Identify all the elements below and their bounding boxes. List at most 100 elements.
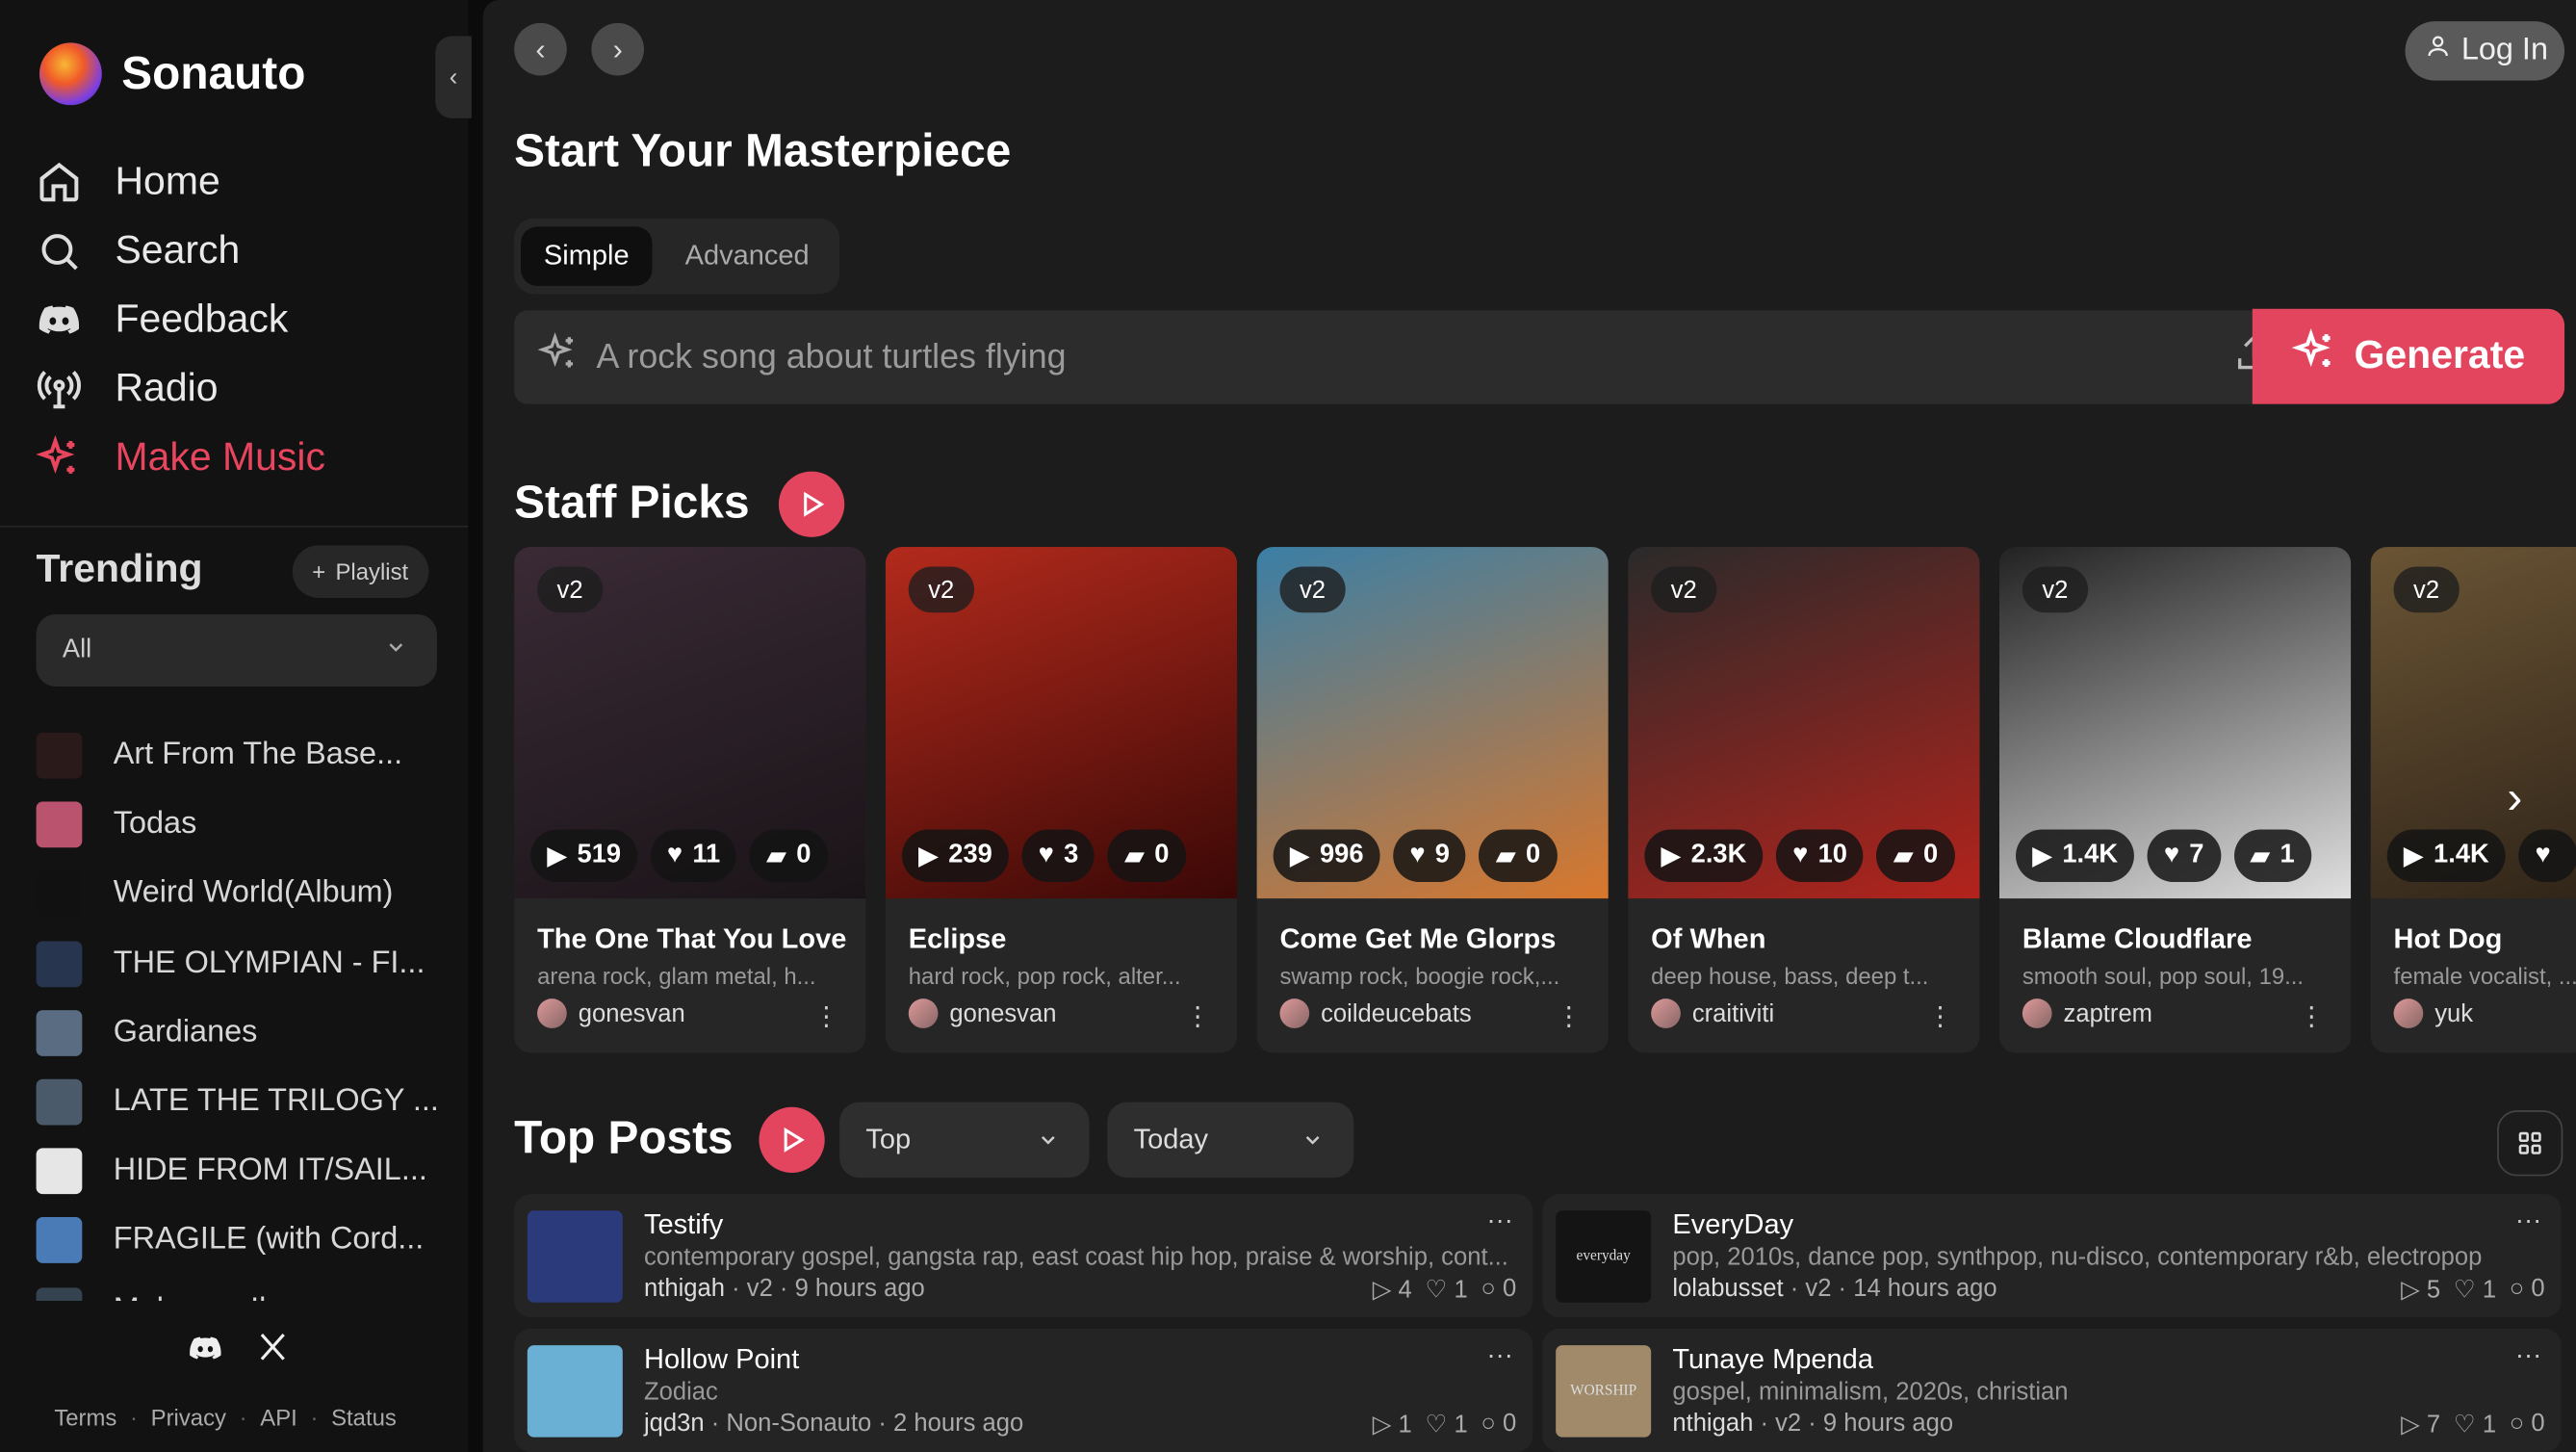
brand-logo[interactable]: Sonauto [39, 42, 305, 106]
comment-count[interactable]: ▰ 0 [749, 829, 828, 883]
trending-filter-select[interactable]: All [36, 613, 437, 687]
comment-count[interactable]: ○ 0 [2510, 1410, 2545, 1439]
post-author[interactable]: nthigah [1672, 1410, 1753, 1438]
add-playlist-button[interactable]: + Playlist [292, 545, 428, 598]
song-author[interactable]: gonesvan [908, 998, 1056, 1028]
like-count[interactable]: ♥ 3 [1021, 829, 1095, 883]
sort-select[interactable]: Top [839, 1102, 1090, 1179]
more-options-icon[interactable]: ··· [1487, 1342, 1513, 1372]
song-card[interactable]: v2 ▶ 239 ♥ 3 ▰ 0 Eclipse hard rock, pop roc… [885, 547, 1238, 1053]
forward-button[interactable]: › [591, 22, 644, 76]
footer-link-status[interactable]: Status [331, 1405, 397, 1431]
login-button[interactable]: Log In [2405, 21, 2565, 81]
collapse-sidebar-button[interactable]: ‹ [435, 36, 472, 118]
trending-item[interactable]: FRAGILE (with Cord... [36, 1206, 448, 1276]
comment-count[interactable]: ○ 0 [1481, 1275, 1516, 1305]
song-cover-art[interactable]: v2 ▶ 239 ♥ 3 ▰ 0 [885, 547, 1238, 899]
comment-count[interactable]: ○ 0 [2510, 1275, 2545, 1305]
more-options-icon[interactable]: ⋮ [1927, 1000, 1953, 1033]
trending-item[interactable]: Gardianes [36, 998, 448, 1068]
song-title[interactable]: Of When [1651, 923, 1765, 956]
song-title[interactable]: The One That You Love [537, 923, 846, 956]
x-twitter-icon[interactable] [256, 1331, 289, 1377]
like-count[interactable]: ♡ 1 [1425, 1275, 1467, 1304]
trending-item[interactable]: HIDE FROM IT/SAIL... [36, 1137, 448, 1206]
nav-item-make-music[interactable]: Make Music [36, 424, 325, 493]
post-author[interactable]: jqd3n [644, 1410, 705, 1438]
comment-count[interactable]: ▰ 1 [2233, 829, 2311, 883]
more-options-icon[interactable]: ⋮ [1184, 1000, 1210, 1033]
song-cover-art[interactable]: v2 ▶ 996 ♥ 9 ▰ 0 [1256, 547, 1609, 899]
post-item[interactable]: Hollow Point Zodiac jqd3n · Non-Sonauto … [514, 1329, 1533, 1452]
song-title[interactable]: Blame Cloudflare [2022, 923, 2253, 956]
like-count[interactable]: ♥ [2518, 829, 2576, 883]
comment-count[interactable]: ▰ 0 [1876, 829, 1955, 883]
post-thumbnail[interactable] [527, 1345, 623, 1438]
like-count[interactable]: ♥ 9 [1393, 829, 1467, 883]
song-card[interactable]: v2 ▶ 2.3K ♥ 10 ▰ 0 Of When deep house, bass… [1628, 547, 1980, 1053]
like-count[interactable]: ♥ 10 [1776, 829, 1865, 883]
song-title[interactable]: Hot Dog [2394, 923, 2503, 956]
song-cover-art[interactable]: v2 ▶1.4K ♥ ▰ [2370, 547, 2576, 899]
song-author[interactable]: gonesvan [537, 998, 685, 1028]
more-options-icon[interactable]: ⋮ [813, 1000, 839, 1033]
trending-item[interactable]: THE OLYMPIAN - FI... [36, 929, 448, 998]
post-title[interactable]: Tunaye Mpenda [1672, 1343, 1873, 1376]
post-author[interactable]: lolabusset [1672, 1275, 1783, 1303]
trending-item[interactable]: LATE THE TRILOGY ... [36, 1068, 448, 1137]
post-thumbnail[interactable]: WORSHIP [1556, 1345, 1652, 1438]
song-card[interactable]: v2 ▶1.4K ♥ ▰ Hot Dog female vocalist, ..… [2370, 547, 2576, 1053]
song-card[interactable]: v2 ▶ 996 ♥ 9 ▰ 0 Come Get Me Glorps swamp r… [1256, 547, 1609, 1053]
discord-icon[interactable] [188, 1331, 224, 1377]
post-author[interactable]: nthigah [644, 1275, 725, 1303]
song-card[interactable]: v2 ▶ 1.4K ♥ 7 ▰ 1 Blame Cloudflare smooth s… [1998, 547, 2352, 1053]
footer-link-privacy[interactable]: Privacy [151, 1405, 226, 1431]
song-cover-art[interactable]: v2 ▶ 519 ♥ 11 ▰ 0 [514, 547, 866, 899]
footer-link-terms[interactable]: Terms [54, 1405, 116, 1431]
song-cover-art[interactable]: v2 ▶ 1.4K ♥ 7 ▰ 1 [1998, 547, 2352, 899]
post-thumbnail[interactable]: everyday [1556, 1210, 1652, 1303]
more-options-icon[interactable]: ··· [2515, 1207, 2541, 1237]
like-count[interactable]: ♥ 11 [650, 829, 737, 883]
post-thumbnail[interactable] [527, 1210, 623, 1303]
time-range-select[interactable]: Today [1107, 1102, 1354, 1179]
song-author[interactable]: coildeucebats [1279, 998, 1472, 1028]
footer-link-api[interactable]: API [260, 1405, 297, 1431]
back-button[interactable]: ‹ [514, 22, 567, 76]
nav-item-radio[interactable]: Radio [37, 354, 325, 424]
song-author[interactable]: craitiviti [1651, 998, 1774, 1028]
song-title[interactable]: Eclipse [909, 923, 1007, 956]
more-options-icon[interactable]: ··· [2515, 1342, 2541, 1372]
song-author[interactable]: zaptrem [2022, 998, 2152, 1028]
tab-simple[interactable]: Simple [521, 226, 653, 286]
like-count[interactable]: ♥ 7 [2147, 829, 2221, 883]
comment-count[interactable]: ▰ 0 [1479, 829, 1558, 883]
trending-item[interactable]: Weird World(Album) [36, 860, 448, 929]
nav-item-home[interactable]: Home [37, 148, 325, 218]
play-staff-picks-button[interactable] [778, 471, 845, 537]
nav-item-search[interactable]: Search [37, 217, 325, 286]
tab-advanced[interactable]: Advanced [662, 226, 833, 285]
song-author[interactable]: yuk [2393, 998, 2473, 1028]
post-item[interactable]: everyday EveryDay pop, 2010s, dance pop,… [1542, 1194, 2562, 1318]
grid-view-toggle[interactable] [2497, 1110, 2563, 1177]
trending-item[interactable]: Make me Il... [36, 1276, 448, 1302]
trending-item[interactable]: Todas [36, 791, 448, 860]
like-count[interactable]: ♡ 1 [2454, 1275, 2496, 1304]
carousel-next-button[interactable]: › [2507, 772, 2522, 825]
post-item[interactable]: Testify contemporary gospel, gangsta rap… [514, 1194, 1533, 1318]
generate-button[interactable]: Generate [2252, 308, 2565, 404]
comment-count[interactable]: ▰ 0 [1107, 829, 1186, 883]
more-options-icon[interactable]: ⋮ [2299, 1000, 2325, 1033]
like-count[interactable]: ♡ 1 [2454, 1410, 2496, 1439]
play-top-posts-button[interactable] [759, 1106, 825, 1173]
nav-item-feedback[interactable]: Feedback [37, 286, 325, 355]
comment-count[interactable]: ○ 0 [1481, 1410, 1516, 1439]
more-options-icon[interactable]: ⋮ [1556, 1000, 1582, 1033]
song-card[interactable]: v2 ▶ 519 ♥ 11 ▰ 0 The One That You Love are… [514, 547, 866, 1053]
post-item[interactable]: WORSHIP Tunaye Mpenda gospel, minimalism… [1542, 1329, 2562, 1452]
song-title[interactable]: Come Get Me Glorps [1279, 923, 1556, 956]
like-count[interactable]: ♡ 1 [1425, 1410, 1467, 1439]
post-title[interactable]: EveryDay [1672, 1209, 1793, 1242]
post-title[interactable]: Hollow Point [644, 1343, 799, 1376]
